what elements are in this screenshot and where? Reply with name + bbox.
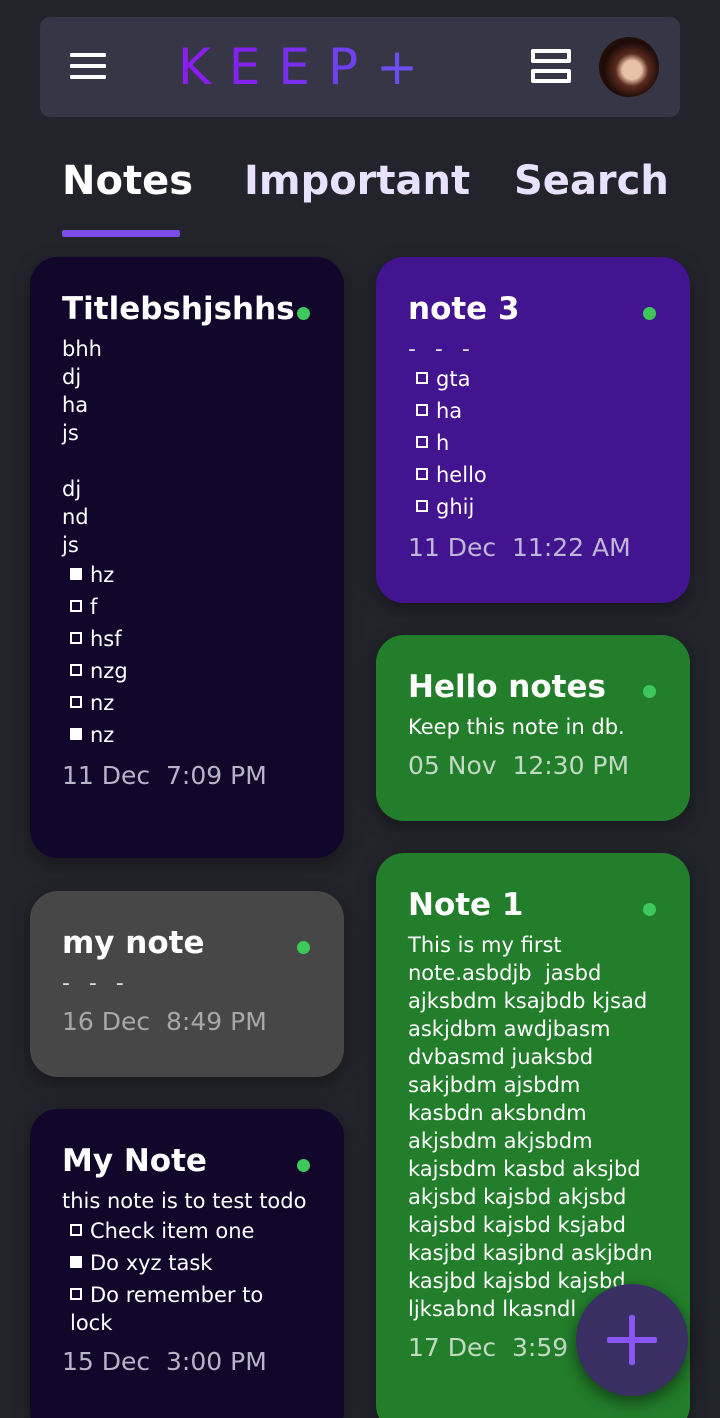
note-body: this note is to test todo	[62, 1189, 307, 1213]
checkbox[interactable]	[70, 632, 82, 644]
checkbox-checked[interactable]	[70, 728, 82, 740]
checklist-item[interactable]: ghij	[408, 491, 658, 523]
logo-plus: +	[376, 38, 419, 96]
checklist-item[interactable]: Check item one	[62, 1215, 312, 1247]
note-divider: - - -	[62, 971, 130, 996]
tab-important[interactable]: Important	[244, 158, 470, 204]
logo-letter-k: K	[178, 38, 229, 96]
checklist-item[interactable]: nzg	[62, 655, 312, 687]
active-tab-indicator	[62, 230, 180, 237]
checkbox-checked[interactable]	[70, 568, 82, 580]
status-dot	[297, 1159, 310, 1172]
note-title: Note 1	[408, 887, 524, 923]
checklist-item[interactable]: Do xyz task	[62, 1247, 312, 1279]
checkbox[interactable]	[70, 696, 82, 708]
note-date: 11 Dec 11:22 AM	[408, 533, 631, 562]
logo-letter-e2: E	[278, 38, 328, 96]
checklist-text: ghij	[436, 495, 475, 519]
checklist-text: Check item one	[90, 1219, 255, 1243]
note-title: Hello notes	[408, 669, 606, 705]
menu-icon[interactable]	[70, 53, 106, 81]
checkbox[interactable]	[70, 1288, 82, 1300]
note-date: 16 Dec 8:49 PM	[62, 1007, 267, 1036]
note-date: 05 Nov 12:30 PM	[408, 751, 630, 780]
checklist-text: hz	[90, 563, 115, 587]
checklist-text: f	[90, 595, 98, 619]
status-dot	[643, 685, 656, 698]
note-body: bhh dj ha js dj nd js	[62, 337, 102, 557]
checklist-item[interactable]: nz	[62, 719, 312, 751]
app-logo: K E E P +	[178, 38, 419, 96]
checklist-item[interactable]: hello	[408, 459, 658, 491]
note-title: note 3	[408, 291, 520, 327]
checklist-item[interactable]: hz	[62, 559, 312, 591]
checklist-item[interactable]: gta	[408, 363, 658, 395]
note-card[interactable]: my note - - - 16 Dec 8:49 PM	[30, 891, 344, 1077]
checklist-item[interactable]: nz	[62, 687, 312, 719]
checkbox[interactable]	[416, 468, 428, 480]
checklist-item[interactable]: f	[62, 591, 312, 623]
view-stream-icon[interactable]	[531, 49, 571, 85]
checkbox[interactable]	[70, 664, 82, 676]
checkbox[interactable]	[416, 404, 428, 416]
add-icon-vertical	[629, 1315, 635, 1365]
status-dot	[643, 903, 656, 916]
note-body: This is my first note.asbdjb jasbd ajksb…	[408, 933, 660, 1321]
logo-letter-e: E	[228, 38, 279, 96]
checklist-text: ha	[436, 399, 463, 423]
checklist-text: nz	[90, 723, 115, 747]
note-divider: - - -	[408, 337, 476, 362]
status-dot	[297, 941, 310, 954]
checklist-text: h	[436, 431, 450, 455]
tab-search[interactable]: Search	[514, 158, 669, 204]
checkbox[interactable]	[416, 500, 428, 512]
checkbox[interactable]	[70, 1224, 82, 1236]
note-card[interactable]: Titlebshjshhs bhh dj ha js dj nd js hz f…	[30, 257, 344, 858]
checkbox[interactable]	[70, 600, 82, 612]
checklist-text: hsf	[90, 627, 122, 651]
checklist-item[interactable]: ha	[408, 395, 658, 427]
status-dot	[297, 307, 310, 320]
checklist-item[interactable]: h	[408, 427, 658, 459]
checklist-text: hello	[436, 463, 487, 487]
note-body: Keep this note in db.	[408, 715, 625, 739]
tab-bar: Notes Important Search	[0, 158, 720, 248]
checklist-text: gta	[436, 367, 471, 391]
checklist-text: nzg	[90, 659, 128, 683]
checklist-text: nz	[90, 691, 115, 715]
note-title: my note	[62, 925, 205, 961]
logo-letter-p: P	[327, 38, 377, 96]
checklist-text: Do remember to lock	[70, 1283, 264, 1335]
checklist-item[interactable]: Do remember to lock	[62, 1281, 312, 1337]
note-title: My Note	[62, 1143, 207, 1179]
note-card[interactable]: My Note this note is to test todo Check …	[30, 1109, 344, 1418]
tab-notes[interactable]: Notes	[62, 158, 193, 204]
checkbox-checked[interactable]	[70, 1256, 82, 1268]
app-bar: K E E P +	[40, 17, 680, 117]
note-date: 11 Dec 7:09 PM	[62, 761, 267, 790]
user-avatar[interactable]	[599, 37, 659, 97]
note-card[interactable]: note 3 - - - gta ha h hello ghij 11 Dec …	[376, 257, 690, 603]
checkbox[interactable]	[416, 372, 428, 384]
checklist-text: Do xyz task	[90, 1251, 213, 1275]
checkbox[interactable]	[416, 436, 428, 448]
note-date: 15 Dec 3:00 PM	[62, 1347, 267, 1376]
note-title: Titlebshjshhs	[62, 291, 295, 327]
add-note-button[interactable]	[576, 1284, 688, 1396]
checklist-item[interactable]: hsf	[62, 623, 312, 655]
note-card[interactable]: Hello notes Keep this note in db. 05 Nov…	[376, 635, 690, 821]
status-dot	[643, 307, 656, 320]
